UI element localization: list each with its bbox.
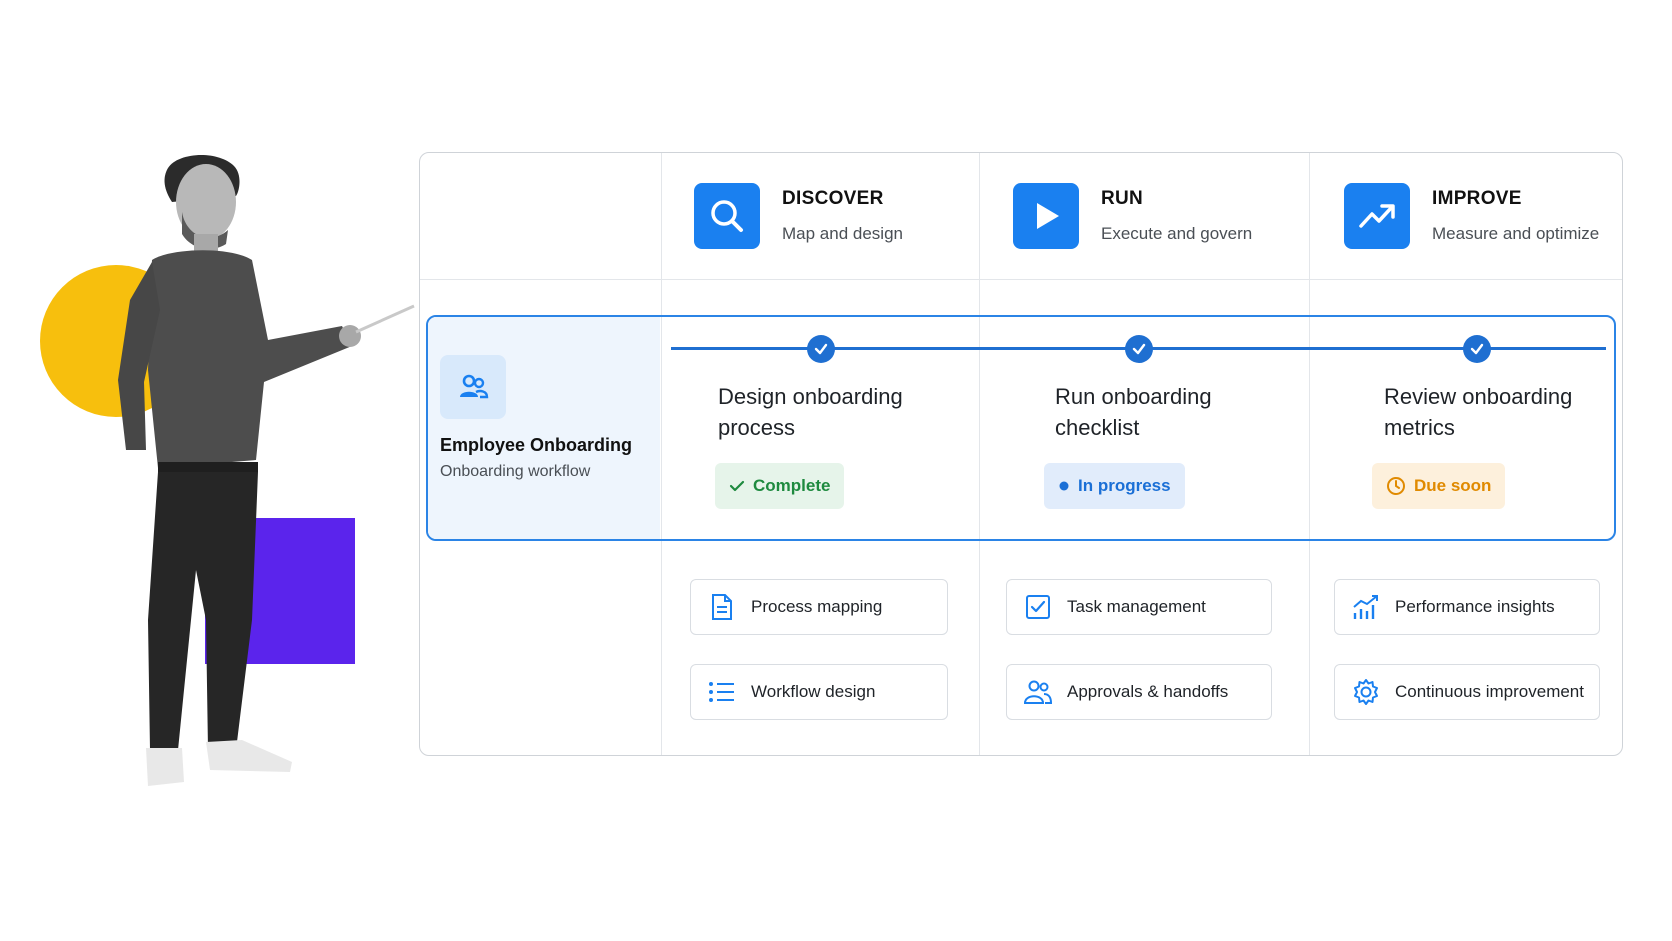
check-icon bbox=[729, 478, 745, 494]
phase-title: IMPROVE bbox=[1432, 188, 1522, 209]
phase-subtitle: Measure and optimize bbox=[1432, 224, 1600, 243]
lifecycle-board: DISCOVER Map and design RUN Execute and … bbox=[419, 152, 1623, 756]
chart-icon bbox=[1351, 592, 1381, 622]
capability-label: Performance insights bbox=[1395, 597, 1555, 616]
phase-subtitle: Map and design bbox=[782, 224, 903, 243]
status-label: Due soon bbox=[1414, 476, 1492, 495]
step-complete-check-icon bbox=[1463, 335, 1491, 363]
phase-header-discover: DISCOVER Map and design bbox=[694, 181, 903, 251]
trending-up-icon bbox=[1344, 183, 1410, 249]
status-badge-complete: Complete bbox=[715, 463, 845, 509]
phase-title: RUN bbox=[1101, 188, 1144, 209]
step-complete-check-icon bbox=[807, 335, 835, 363]
process-label-panel bbox=[428, 317, 660, 539]
step-title: Run onboarding checklist bbox=[1055, 384, 1212, 440]
phase-header-improve: IMPROVE Measure and optimize bbox=[1344, 181, 1599, 251]
header-divider bbox=[420, 279, 1622, 280]
capability-label: Continuous improvement bbox=[1395, 682, 1584, 701]
list-icon bbox=[707, 677, 737, 707]
presenter-illustration bbox=[118, 154, 415, 786]
step-title: Review onboarding metrics bbox=[1384, 384, 1573, 440]
capability-card-task-management[interactable]: Task management bbox=[1006, 579, 1272, 635]
step-complete-check-icon bbox=[1125, 335, 1153, 363]
status-label: In progress bbox=[1078, 476, 1171, 495]
play-icon bbox=[1013, 183, 1079, 249]
status-badge-in-progress: In progress bbox=[1044, 463, 1185, 509]
users-icon bbox=[1023, 677, 1053, 707]
checkbox-icon bbox=[1023, 592, 1053, 622]
capability-label: Process mapping bbox=[751, 597, 883, 616]
capability-card-workflow-design[interactable]: Workflow design bbox=[690, 664, 948, 720]
capability-card-process-mapping[interactable]: Process mapping bbox=[690, 579, 948, 635]
capability-card-continuous-improvement[interactable]: Continuous improvement bbox=[1334, 664, 1600, 720]
capability-card-performance-insights[interactable]: Performance insights bbox=[1334, 579, 1600, 635]
phase-subtitle: Execute and govern bbox=[1101, 224, 1253, 243]
dot-icon bbox=[1058, 480, 1070, 492]
process-subtitle: Onboarding workflow bbox=[440, 463, 591, 480]
step-title: Design onboarding process bbox=[718, 384, 903, 440]
clock-icon bbox=[1386, 476, 1406, 496]
phase-title: DISCOVER bbox=[782, 188, 884, 209]
capability-label: Workflow design bbox=[751, 682, 876, 701]
process-title: Employee Onboarding bbox=[440, 435, 633, 455]
capability-label: Approvals & handoffs bbox=[1067, 682, 1229, 701]
capability-card-approvals-handoffs[interactable]: Approvals & handoffs bbox=[1006, 664, 1272, 720]
users-icon bbox=[440, 355, 506, 419]
status-label: Complete bbox=[753, 476, 831, 495]
capability-label: Task management bbox=[1067, 597, 1206, 616]
gear-icon bbox=[1351, 677, 1381, 707]
process-row-employee-onboarding[interactable]: Employee Onboarding Onboarding workflow … bbox=[426, 315, 1616, 541]
document-icon bbox=[707, 592, 737, 622]
search-icon bbox=[694, 183, 760, 249]
status-badge-due-soon: Due soon bbox=[1372, 463, 1506, 509]
phase-header-run: RUN Execute and govern bbox=[1013, 181, 1252, 251]
